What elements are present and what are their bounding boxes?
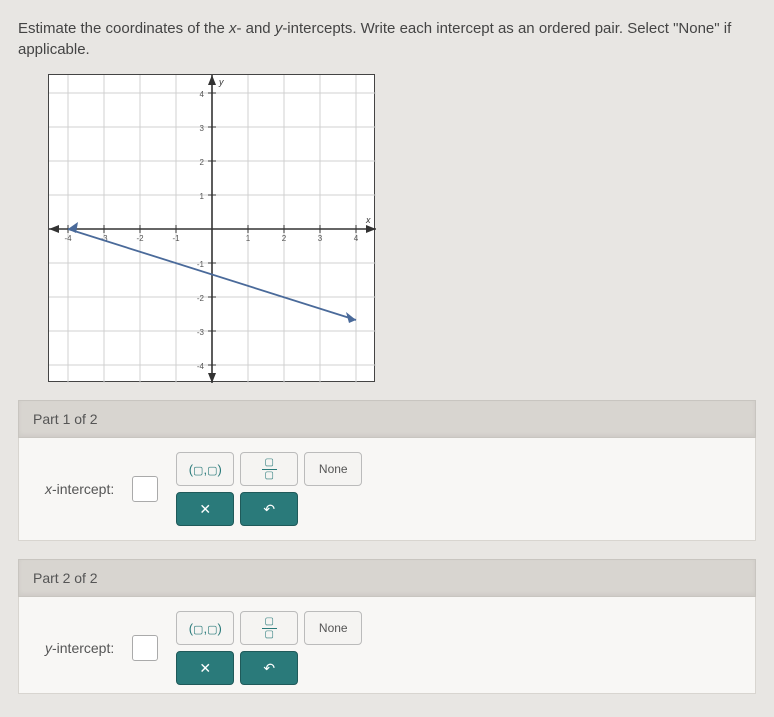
svg-text:4: 4 <box>200 90 205 99</box>
part-2-header: Part 2 of 2 <box>18 559 756 597</box>
svg-text:-2: -2 <box>136 234 144 243</box>
svg-text:3: 3 <box>318 234 323 243</box>
svg-text:-4: -4 <box>197 362 205 371</box>
x-icon: ✕ <box>199 660 211 677</box>
part-1-header: Part 1 of 2 <box>18 400 756 438</box>
part-1-answer-row: x-intercept: (▢,▢) ▢ ▢ None <box>18 438 756 541</box>
svg-text:-1: -1 <box>172 234 180 243</box>
clear-button[interactable]: ✕ <box>176 492 234 526</box>
y-intercept-input[interactable] <box>132 635 158 661</box>
part-2-answer-row: y-intercept: (▢,▢) ▢ ▢ None <box>18 597 756 694</box>
fraction-button[interactable]: ▢ ▢ <box>240 452 298 486</box>
svg-text:-3: -3 <box>197 328 205 337</box>
svg-text:1: 1 <box>200 192 205 201</box>
undo-icon: ↶ <box>263 501 275 518</box>
y-intercept-label: y-intercept: <box>45 640 114 656</box>
none-button[interactable]: None <box>304 611 362 645</box>
question-text: Estimate the coordinates of the x- and y… <box>18 18 756 70</box>
svg-text:-1: -1 <box>197 260 205 269</box>
svg-text:1: 1 <box>246 234 251 243</box>
x-intercept-input[interactable] <box>132 476 158 502</box>
clear-button[interactable]: ✕ <box>176 651 234 685</box>
svg-text:4: 4 <box>354 234 359 243</box>
coordinate-graph: -4-3-2-1 1234 4321 -1-2-3-4 y x <box>48 74 375 382</box>
ordered-pair-button[interactable]: (▢,▢) <box>176 452 234 486</box>
svg-text:3: 3 <box>200 124 205 133</box>
undo-icon: ↶ <box>263 660 275 677</box>
palette-2: (▢,▢) ▢ ▢ None ✕ ↶ <box>176 611 362 685</box>
svg-text:x: x <box>365 215 371 225</box>
palette-1: (▢,▢) ▢ ▢ None ✕ ↶ <box>176 452 362 526</box>
fraction-button[interactable]: ▢ ▢ <box>240 611 298 645</box>
svg-text:2: 2 <box>282 234 287 243</box>
svg-text:-4: -4 <box>64 234 72 243</box>
svg-text:2: 2 <box>200 158 205 167</box>
svg-text:y: y <box>218 77 224 87</box>
svg-text:-2: -2 <box>197 294 205 303</box>
none-button[interactable]: None <box>304 452 362 486</box>
x-icon: ✕ <box>199 501 211 518</box>
ordered-pair-button[interactable]: (▢,▢) <box>176 611 234 645</box>
undo-button[interactable]: ↶ <box>240 651 298 685</box>
x-intercept-label: x-intercept: <box>45 481 114 497</box>
undo-button[interactable]: ↶ <box>240 492 298 526</box>
